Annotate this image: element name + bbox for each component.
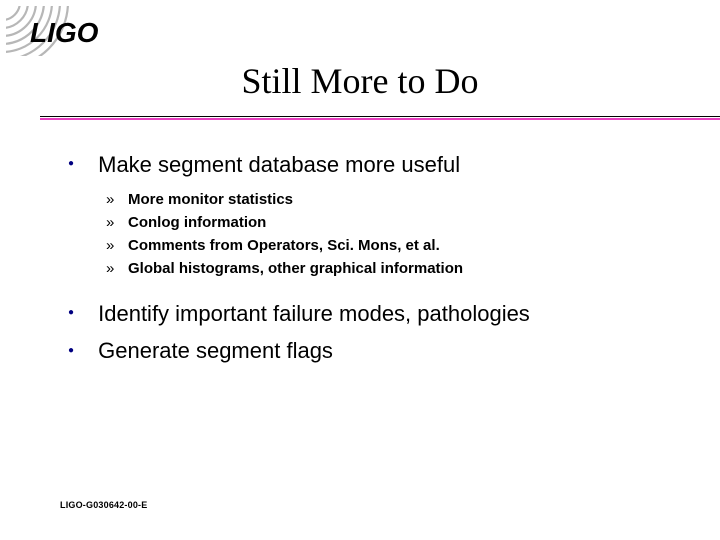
bullet-1: Make segment database more useful xyxy=(68,150,670,180)
sub-1-4: Global histograms, other graphical infor… xyxy=(106,257,670,280)
bullet-3: Generate segment flags xyxy=(68,336,670,366)
ligo-logo: LIGO xyxy=(6,6,146,56)
sub-1-1: More monitor statistics xyxy=(106,188,670,211)
slide-body: Make segment database more useful More m… xyxy=(68,150,670,374)
bullet-1-text: Make segment database more useful xyxy=(98,152,460,177)
sub-1-2: Conlog information xyxy=(106,211,670,234)
sub-1-3: Comments from Operators, Sci. Mons, et a… xyxy=(106,234,670,257)
bullet-1-sublist: More monitor statistics Conlog informati… xyxy=(106,188,670,281)
divider xyxy=(40,116,720,120)
bullet-3-text: Generate segment flags xyxy=(98,338,333,363)
bullet-2: Identify important failure modes, pathol… xyxy=(68,299,670,329)
logo-text: LIGO xyxy=(30,17,99,48)
document-number: LIGO-G030642-00-E xyxy=(60,500,147,510)
slide-title: Still More to Do xyxy=(0,60,720,102)
bullet-2-text: Identify important failure modes, pathol… xyxy=(98,301,530,326)
slide: LIGO Still More to Do Make segment datab… xyxy=(0,0,720,540)
